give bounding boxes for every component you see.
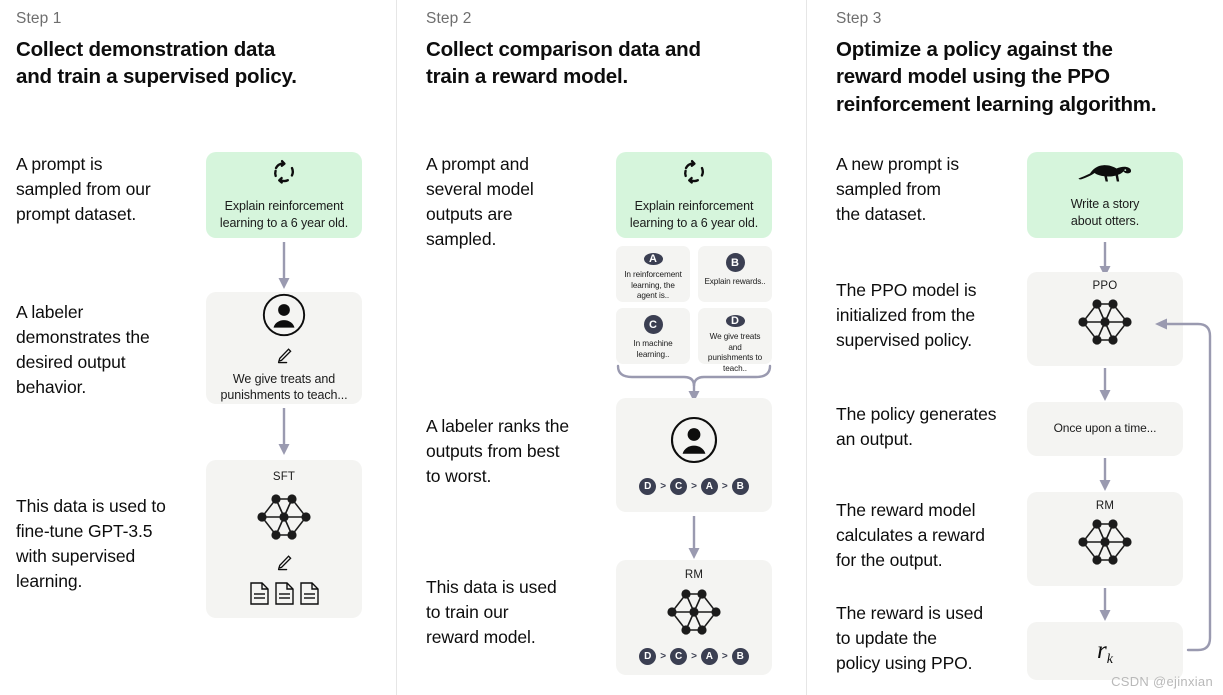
rank-separator: > [660, 480, 667, 492]
rank-separator: > [721, 480, 728, 492]
sample-card-a[interactable]: A In reinforcement learning, the agent i… [616, 246, 690, 302]
rank-badge-2: C [670, 648, 688, 665]
step-3-caption-4: The reward model calculates a reward for… [836, 500, 985, 570]
step-3-label: Step 3 [836, 10, 882, 27]
person-icon [670, 416, 718, 469]
step-1-column: Step 1 Collect demonstration data and tr… [0, 0, 396, 695]
arrow-down-7 [1098, 588, 1112, 622]
badge-b: B [725, 253, 745, 272]
prompt-card-step2-text: Explain reinforcement learning to a 6 ye… [629, 199, 759, 230]
rank-badge-4: B [731, 477, 749, 495]
refresh-cycle-icon [271, 159, 297, 190]
rm-card-title-step3: RM [1095, 500, 1115, 512]
sample-card-b-text: Explain rewards.. [704, 277, 766, 286]
neural-network-icon [1072, 513, 1138, 576]
step-1-label: Step 1 [16, 10, 62, 27]
badge-c: C [643, 315, 663, 334]
step-3-caption-1: A new prompt is sampled from the dataset… [836, 154, 959, 224]
person-icon [262, 293, 306, 342]
rank-separator: > [691, 651, 697, 662]
arrow-down-2 [277, 408, 291, 456]
otter-icon [1077, 161, 1133, 190]
step-3-caption-3: The policy generates an output. [836, 404, 997, 449]
neural-network-icon [251, 488, 317, 551]
sample-card-a-text: In reinforcement learning, the agent is.… [624, 270, 682, 301]
sample-card-c-text: In machine learning.. [633, 339, 673, 359]
documents-icon [249, 581, 320, 606]
rlhf-diagram: Step 1 Collect demonstration data and tr… [0, 0, 1223, 695]
rank-badge-1: D [639, 477, 657, 495]
refresh-cycle-icon [681, 159, 707, 190]
step-3-caption-5: The reward is used to update the policy … [836, 603, 984, 673]
labeler-demo-text: We give treats and punishments to teach.… [220, 371, 348, 403]
prompt-card-step2[interactable]: Explain reinforcement learning to a 6 ye… [616, 152, 772, 238]
badge-a: A [643, 253, 663, 266]
arrow-down-6 [1098, 458, 1112, 492]
reward-formula: rk [1097, 637, 1113, 667]
ranking-row-rm: D > C > A > B [639, 648, 749, 665]
step-2-label: Step 2 [426, 10, 472, 27]
step-3-caption-2: The PPO model is initialized from the su… [836, 280, 977, 350]
prompt-card-step1[interactable]: Explain reinforcement learning to a 6 ye… [206, 152, 362, 238]
rank-badge-3: A [700, 648, 718, 665]
step-1-caption-3: This data is used to fine-tune GPT-3.5 w… [16, 496, 166, 591]
rm-card-title: RM [684, 569, 704, 581]
rank-badge-4: B [731, 648, 749, 665]
rank-separator: > [721, 651, 728, 662]
labeler-rank-card[interactable]: D > C > A > B [616, 398, 772, 512]
feedback-loop-arrow [1140, 298, 1223, 658]
step-2-column: Step 2 Collect comparison data and train… [410, 0, 806, 695]
reward-model-card-step2[interactable]: RM D > C > A > B [616, 560, 772, 675]
step-3-title: Optimize a policy against the reward mod… [836, 38, 1157, 116]
prompt-card-step3-text: Write a story about otters. [1070, 197, 1140, 228]
step-2-title: Collect comparison data and train a rewa… [426, 38, 701, 89]
labeler-demo-card[interactable]: We give treats and punishments to teach.… [206, 292, 362, 404]
column-divider-1 [396, 0, 397, 695]
watermark: CSDN @ejinxian [1111, 674, 1213, 689]
sft-card-title: SFT [272, 471, 296, 483]
step-2-caption-1: A prompt and several model outputs are s… [426, 154, 534, 249]
ranking-row-labeler: D > C > A > B [639, 477, 749, 495]
sft-model-card[interactable]: SFT [206, 460, 362, 618]
rank-badge-3: A [700, 477, 718, 495]
rank-badge-1: D [639, 648, 657, 665]
arrow-down-1 [277, 242, 291, 290]
badge-d: D [725, 315, 745, 327]
sample-card-c[interactable]: C In machine learning.. [616, 308, 690, 364]
prompt-card-step1-text: Explain reinforcement learning to a 6 ye… [219, 199, 349, 230]
rank-badge-2: C [670, 477, 688, 495]
step-2-caption-3: This data is used to train our reward mo… [426, 577, 557, 647]
rank-separator: > [691, 480, 697, 492]
prompt-card-step3[interactable]: Write a story about otters. [1027, 152, 1183, 238]
sample-card-d[interactable]: D We give treats and punishments to teac… [698, 308, 772, 373]
sample-card-b[interactable]: B Explain rewards.. [698, 246, 772, 302]
arrow-down-3 [687, 516, 701, 560]
rank-separator: > [660, 651, 667, 662]
ppo-card-title: PPO [1092, 280, 1118, 292]
step-1-caption-1: A prompt is sampled from our prompt data… [16, 154, 151, 224]
neural-network-icon [661, 583, 727, 646]
step-1-caption-2: A labeler demonstrates the desired outpu… [16, 302, 150, 397]
step-1-title: Collect demonstration data and train a s… [16, 38, 297, 89]
pencil-icon [276, 347, 293, 369]
pencil-icon [276, 554, 293, 576]
arrow-down-5 [1098, 368, 1112, 402]
step-2-caption-2: A labeler ranks the outputs from best to… [426, 416, 570, 486]
column-divider-2 [806, 0, 807, 695]
neural-network-icon [1072, 293, 1138, 356]
